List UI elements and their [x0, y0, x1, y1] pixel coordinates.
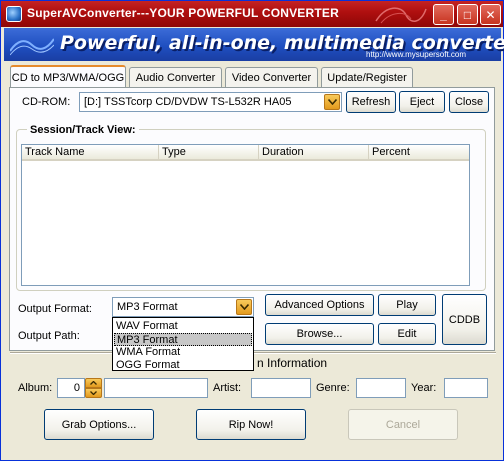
tab-update-register[interactable]: Update/Register [321, 67, 413, 87]
output-format-dropdown[interactable]: WAV Format MP3 Format WMA Format OGG For… [112, 317, 254, 371]
year-label: Year: [411, 382, 437, 394]
chevron-down-icon[interactable] [324, 94, 340, 110]
format-option-wma[interactable]: WMA Format [114, 346, 252, 359]
close-tray-button[interactable]: Close [449, 91, 489, 113]
output-path-label: Output Path: [18, 330, 80, 342]
app-icon [6, 6, 22, 22]
information-label: n Information [257, 356, 328, 370]
advanced-options-label: Advanced Options [274, 299, 365, 311]
genre-label: Genre: [316, 382, 350, 394]
play-label: Play [396, 299, 418, 311]
refresh-button[interactable]: Refresh [346, 91, 396, 113]
album-name-field[interactable] [104, 378, 208, 398]
format-option-wav[interactable]: WAV Format [114, 320, 252, 333]
tab-cd-to-mp3[interactable]: CD to MP3/WMA/OGG [10, 65, 126, 88]
eject-button[interactable]: Eject [399, 91, 445, 113]
cddb-label: CDDB [448, 313, 481, 326]
edit-label: Edit [397, 328, 417, 340]
tab-video-converter[interactable]: Video Converter [225, 67, 318, 87]
format-option-ogg[interactable]: OGG Format [114, 359, 252, 372]
format-option-mp3[interactable]: MP3 Format [114, 333, 252, 346]
output-format-select[interactable]: MP3 Format [112, 297, 254, 317]
cancel-label: Cancel [385, 418, 421, 431]
edit-button[interactable]: Edit [378, 323, 436, 345]
output-format-label: Output Format: [18, 303, 92, 315]
artist-label: Artist: [213, 382, 242, 394]
track-list[interactable]: Track Name Type Duration Percent [21, 144, 470, 286]
stepper-down-icon[interactable] [85, 388, 102, 398]
cancel-button: Cancel [348, 409, 458, 440]
browse-label: Browse... [296, 328, 343, 340]
year-field[interactable] [444, 378, 488, 398]
minimize-button[interactable]: _ [433, 4, 454, 25]
advanced-options-button[interactable]: Advanced Options [265, 294, 374, 316]
titlebar-swirl-decoration [375, 7, 427, 24]
grab-options-label: Grab Options... [61, 418, 137, 431]
browse-button[interactable]: Browse... [265, 323, 374, 345]
album-number-stepper[interactable] [85, 378, 102, 398]
title-bar[interactable]: SuperAVConverter---YOUR POWERFUL CONVERT… [1, 1, 503, 27]
rip-now-button[interactable]: Rip Now! [196, 409, 306, 440]
output-format-value: MP3 Format [117, 301, 178, 313]
genre-field[interactable] [356, 378, 406, 398]
cddb-button[interactable]: CDDB [442, 294, 487, 345]
window-title: SuperAVConverter---YOUR POWERFUL CONVERT… [27, 6, 339, 20]
column-percent[interactable]: Percent [369, 145, 469, 161]
grab-options-button[interactable]: Grab Options... [44, 409, 154, 440]
cdrom-value: [D:] TSSTcorp CD/DVDW TS-L532R HA05 [84, 96, 292, 108]
app-window: SuperAVConverter---YOUR POWERFUL CONVERT… [0, 0, 504, 461]
maximize-button[interactable]: □ [457, 4, 478, 25]
session-track-title: Session/Track View: [27, 124, 139, 136]
track-list-header: Track Name Type Duration Percent [22, 145, 469, 161]
column-duration[interactable]: Duration [259, 145, 369, 161]
tab-audio-converter[interactable]: Audio Converter [129, 67, 222, 87]
rip-now-label: Rip Now! [228, 418, 274, 431]
artist-field[interactable] [251, 378, 311, 398]
column-type[interactable]: Type [159, 145, 259, 161]
banner-wave-graphic [10, 38, 54, 56]
column-track-name[interactable]: Track Name [22, 145, 159, 161]
play-button[interactable]: Play [378, 294, 436, 316]
close-window-button[interactable]: ✕ [480, 4, 501, 25]
banner: Powerful, all-in-one, multimedia convert… [4, 28, 504, 61]
cdrom-label: CD-ROM: [22, 96, 71, 108]
album-number-field[interactable]: 0 [57, 378, 85, 398]
cdrom-select[interactable]: [D:] TSSTcorp CD/DVDW TS-L532R HA05 [79, 92, 342, 112]
chevron-down-icon[interactable] [236, 299, 252, 315]
banner-url: http://www.mysupersoft.com [366, 50, 467, 59]
album-label: Album: [18, 382, 53, 394]
stepper-up-icon[interactable] [85, 378, 102, 388]
